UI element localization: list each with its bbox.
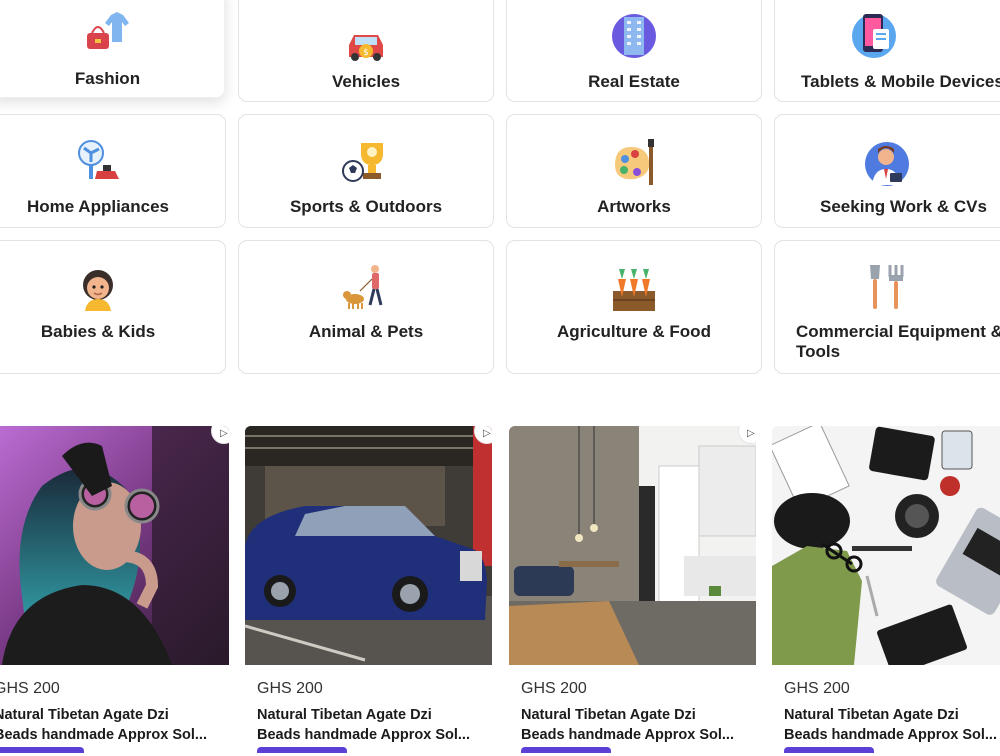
category-label: Vehicles <box>331 72 401 91</box>
category-tablets-mobile[interactable]: Tablets & Mobile Devices <box>774 0 1000 102</box>
product-image[interactable] <box>772 426 1000 665</box>
worker-icon <box>865 142 909 186</box>
trophy-icon <box>342 143 383 182</box>
category-real-estate[interactable]: Real Estate <box>506 0 762 102</box>
product-title[interactable]: Natural Tibetan Agate Dzi Beads handmade… <box>784 705 1000 745</box>
product-title-line: Beads handmade Approx Sol... <box>521 727 734 743</box>
product-card[interactable]: ▷ GHS 200 Natural Tibetan Agate Dzi Bead… <box>509 426 756 756</box>
category-home-appliances[interactable]: Home Appliances <box>0 114 226 228</box>
product-price: GHS 200 <box>784 680 850 697</box>
car-icon: $ <box>349 35 383 61</box>
product-title-line: Natural Tibetan Agate Dzi <box>521 707 696 723</box>
product-title-line: Beads handmade Approx Sol... <box>257 727 470 743</box>
category-fashion[interactable]: Fashion <box>0 0 225 98</box>
category-label: Artworks <box>597 197 671 216</box>
product-title-line: Beads handmade Approx Sol... <box>0 727 207 743</box>
fashion-icon <box>86 12 129 49</box>
category-label: Seeking Work & CVs <box>820 197 987 216</box>
product-action-button[interactable] <box>521 747 611 753</box>
category-label: Agriculture & Food <box>557 322 711 341</box>
tools-icon <box>870 265 904 309</box>
product-image[interactable] <box>245 426 492 665</box>
category-label: Babies & Kids <box>40 322 156 341</box>
product-card[interactable]: GHS 200 Natural Tibetan Agate Dzi Beads … <box>772 426 1000 756</box>
carrots-icon <box>613 269 655 311</box>
category-seeking-work[interactable]: Seeking Work & CVs <box>774 114 1000 228</box>
product-title[interactable]: Natural Tibetan Agate Dzi Beads handmade… <box>0 705 223 745</box>
category-vehicles[interactable]: $ Vehicles <box>238 0 494 102</box>
product-card[interactable]: ▷ GHS 200 Natural Tibetan Agate Dzi Bead… <box>245 426 492 756</box>
product-card[interactable]: ▷ GHS 200 Natural Tibetan Agate Dzi Bead… <box>0 426 229 756</box>
building-icon <box>612 14 656 58</box>
product-image[interactable] <box>509 426 756 665</box>
category-label: Home Appliances <box>26 197 170 216</box>
category-label: Sports & Outdoors <box>289 197 443 216</box>
product-price: GHS 200 <box>257 680 323 697</box>
product-action-button[interactable] <box>257 747 347 753</box>
category-artworks[interactable]: Artworks <box>506 114 762 228</box>
product-title-line: Natural Tibetan Agate Dzi <box>257 707 432 723</box>
baby-icon <box>83 270 113 311</box>
appliance-icon <box>78 140 119 179</box>
product-title[interactable]: Natural Tibetan Agate Dzi Beads handmade… <box>257 705 486 745</box>
product-title-line: Natural Tibetan Agate Dzi <box>784 707 959 723</box>
product-title-line: Beads handmade Approx Sol... <box>784 727 997 743</box>
category-sports-outdoors[interactable]: Sports & Outdoors <box>238 114 494 228</box>
product-action-button[interactable] <box>784 747 874 753</box>
palette-icon <box>615 139 654 185</box>
category-commercial-equipment[interactable]: Commercial Equipment & Tools <box>774 240 1000 374</box>
product-price: GHS 200 <box>0 680 60 697</box>
product-action-button[interactable] <box>0 747 84 753</box>
svg-text:$: $ <box>363 48 369 58</box>
category-label: Animal & Pets <box>308 322 424 341</box>
product-title-line: Natural Tibetan Agate Dzi <box>0 707 169 723</box>
phone-icon <box>852 14 896 58</box>
category-label: Fashion <box>74 69 141 88</box>
product-price: GHS 200 <box>521 680 587 697</box>
category-babies-kids[interactable]: Babies & Kids <box>0 240 226 374</box>
category-label: Commercial Equipment & Tools <box>796 322 1000 361</box>
category-animal-pets[interactable]: Animal & Pets <box>238 240 494 374</box>
product-title[interactable]: Natural Tibetan Agate Dzi Beads handmade… <box>521 705 750 745</box>
product-image[interactable] <box>0 426 229 665</box>
category-label: Tablets & Mobile Devices <box>801 72 1000 91</box>
dog-walker-icon <box>343 265 383 309</box>
category-label: Real Estate <box>588 72 680 91</box>
category-agriculture-food[interactable]: Agriculture & Food <box>506 240 762 374</box>
